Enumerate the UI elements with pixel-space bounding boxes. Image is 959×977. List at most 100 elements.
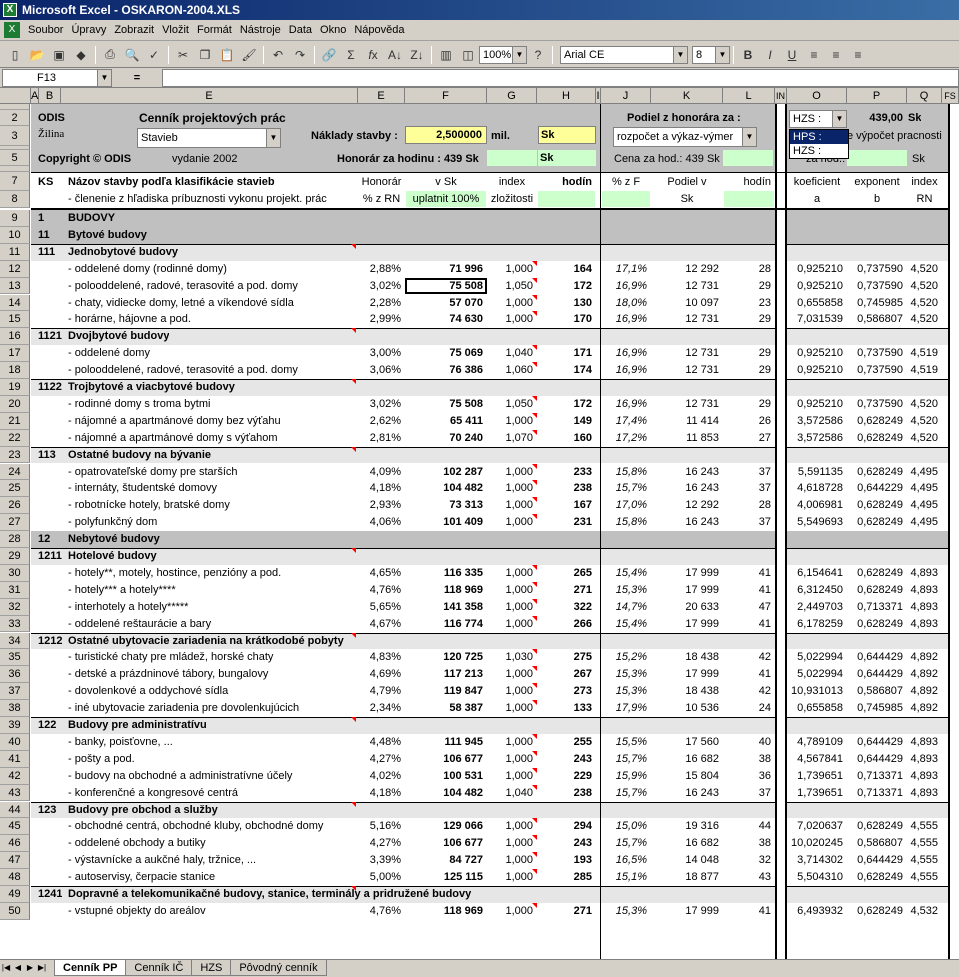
- col-header-f[interactable]: F: [405, 88, 487, 104]
- row-header[interactable]: 29: [0, 548, 30, 565]
- honorar-sk[interactable]: 125 115: [405, 869, 487, 885]
- index-zlozitosti[interactable]: 1,000: [487, 464, 537, 480]
- item-name[interactable]: - budovy na obchodné a administratívne ú…: [68, 768, 356, 784]
- honorar-pct[interactable]: 4,18%: [358, 785, 405, 801]
- hodin[interactable]: 133: [537, 700, 596, 716]
- podiel-sk[interactable]: 12 731: [651, 362, 723, 378]
- paste-icon[interactable]: 📋: [217, 45, 237, 65]
- podiel-sk[interactable]: 18 438: [651, 649, 723, 665]
- index-zlozitosti[interactable]: 1,040: [487, 785, 537, 801]
- hyperlink-icon[interactable]: 🔗: [319, 45, 339, 65]
- index-rn[interactable]: 4,893: [907, 599, 942, 615]
- uplatnit-head[interactable]: uplatnit 100%: [406, 191, 486, 207]
- podiel-sk[interactable]: 18 438: [651, 683, 723, 699]
- hodin[interactable]: 322: [537, 599, 596, 615]
- koeficient-a[interactable]: 0,655858: [787, 295, 847, 311]
- index-rn[interactable]: 4,893: [907, 734, 942, 750]
- row-header[interactable]: 2: [0, 110, 30, 126]
- row-header[interactable]: 36: [0, 666, 30, 684]
- comment-marker[interactable]: [351, 801, 356, 807]
- row-header[interactable]: 34: [0, 632, 30, 650]
- item-name[interactable]: - internáty, študentské domovy: [68, 480, 356, 496]
- naklady-input[interactable]: 2,500000: [405, 126, 487, 144]
- prev-sheet-icon[interactable]: ◀: [12, 960, 24, 976]
- index-rn[interactable]: 4,555: [907, 818, 942, 834]
- podiel-hodin[interactable]: 41: [723, 903, 775, 919]
- pct-of-f[interactable]: 15,0%: [601, 818, 651, 834]
- item-name[interactable]: - iné ubytovacie zariadenia pre dovolenk…: [68, 700, 356, 716]
- pct-of-f[interactable]: 14,7%: [601, 599, 651, 615]
- col-header-b[interactable]: B: [39, 88, 61, 104]
- open-icon[interactable]: 📂: [27, 45, 47, 65]
- index-rn[interactable]: 4,495: [907, 497, 942, 513]
- podiel-sk[interactable]: 11 414: [651, 413, 723, 429]
- pct-of-f[interactable]: 15,2%: [601, 649, 651, 665]
- exponent-b[interactable]: 0,644229: [847, 480, 907, 496]
- index-zlozitosti[interactable]: 1,000: [487, 582, 537, 598]
- hodin[interactable]: 193: [537, 852, 596, 868]
- index-rn[interactable]: 4,495: [907, 464, 942, 480]
- save-icon[interactable]: ▣: [49, 45, 69, 65]
- honorar-pct[interactable]: 2,62%: [358, 413, 405, 429]
- honorar-sk[interactable]: 129 066: [405, 818, 487, 834]
- podiel-sk[interactable]: 16 682: [651, 751, 723, 767]
- comment-marker[interactable]: [532, 294, 537, 300]
- col-header-k[interactable]: K: [651, 88, 723, 104]
- koeficient-a[interactable]: 4,567841: [787, 751, 847, 767]
- podiel-hodin[interactable]: 28: [723, 261, 775, 277]
- index-zlozitosti[interactable]: 1,000: [487, 700, 537, 716]
- row-header[interactable]: 33: [0, 615, 30, 633]
- pct-of-f[interactable]: 17,9%: [601, 700, 651, 716]
- comment-marker[interactable]: [532, 649, 537, 655]
- align-center-icon[interactable]: ≡: [826, 45, 846, 65]
- comment-marker[interactable]: [351, 548, 356, 553]
- honorar-sk[interactable]: 106 677: [405, 751, 487, 767]
- honorar-sk[interactable]: 102 287: [405, 464, 487, 480]
- pct-of-f[interactable]: 16,9%: [601, 362, 651, 378]
- pct-of-f[interactable]: 15,1%: [601, 869, 651, 885]
- koeficient-a[interactable]: 4,006981: [787, 497, 847, 513]
- index-rn[interactable]: 4,495: [907, 480, 942, 496]
- podiel-hodin[interactable]: 44: [723, 818, 775, 834]
- podiel-hodin[interactable]: 37: [723, 464, 775, 480]
- comment-marker[interactable]: [351, 886, 356, 891]
- row-header[interactable]: 41: [0, 750, 30, 768]
- comment-marker[interactable]: [532, 429, 537, 435]
- za-hod-input[interactable]: [847, 150, 907, 166]
- podiel-hodin[interactable]: 26: [723, 413, 775, 429]
- index-rn[interactable]: 4,892: [907, 700, 942, 716]
- honorar-pct[interactable]: 4,09%: [358, 464, 405, 480]
- podiel-sk[interactable]: 12 292: [651, 497, 723, 513]
- honorar-sk[interactable]: 117 213: [405, 666, 487, 682]
- comment-marker[interactable]: [532, 480, 537, 486]
- exponent-b[interactable]: 0,628249: [847, 903, 907, 919]
- index-zlozitosti[interactable]: 1,000: [487, 261, 537, 277]
- honorar-sk[interactable]: 116 335: [405, 565, 487, 581]
- exponent-b[interactable]: 0,628249: [847, 869, 907, 885]
- item-name[interactable]: - nájomné a apartmánové domy bez výťahu: [68, 413, 356, 429]
- honorar-pct[interactable]: 2,93%: [358, 497, 405, 513]
- align-left-icon[interactable]: ≡: [804, 45, 824, 65]
- podiel-sk[interactable]: 12 731: [651, 311, 723, 327]
- comment-marker[interactable]: [351, 243, 356, 249]
- tab-povodny-cennik[interactable]: Pôvodný cenník: [230, 960, 327, 976]
- undo-icon[interactable]: ↶: [268, 45, 288, 65]
- comment-marker[interactable]: [532, 852, 537, 858]
- index-rn[interactable]: 4,893: [907, 616, 942, 632]
- index-rn[interactable]: 4,892: [907, 683, 942, 699]
- pct-of-f[interactable]: 18,0%: [601, 295, 651, 311]
- index-zlozitosti[interactable]: 1,000: [487, 295, 537, 311]
- row-header[interactable]: 49: [0, 886, 30, 903]
- hodin[interactable]: 130: [537, 295, 596, 311]
- podiel-hodin[interactable]: 36: [723, 768, 775, 784]
- honorar-pct[interactable]: 5,00%: [358, 869, 405, 885]
- item-name[interactable]: - obchodné centrá, obchodné kluby, obcho…: [68, 818, 356, 834]
- index-zlozitosti[interactable]: 1,000: [487, 751, 537, 767]
- honorar-pct[interactable]: 4,27%: [358, 751, 405, 767]
- menu-format[interactable]: Formát: [193, 20, 236, 40]
- podiel-sk[interactable]: 12 731: [651, 278, 723, 294]
- honorar-pct[interactable]: 3,02%: [358, 396, 405, 412]
- name-box[interactable]: F13 ▼: [2, 68, 112, 87]
- sort-asc-icon[interactable]: A↓: [385, 45, 405, 65]
- item-name[interactable]: - vstupné objekty do areálov: [68, 903, 356, 919]
